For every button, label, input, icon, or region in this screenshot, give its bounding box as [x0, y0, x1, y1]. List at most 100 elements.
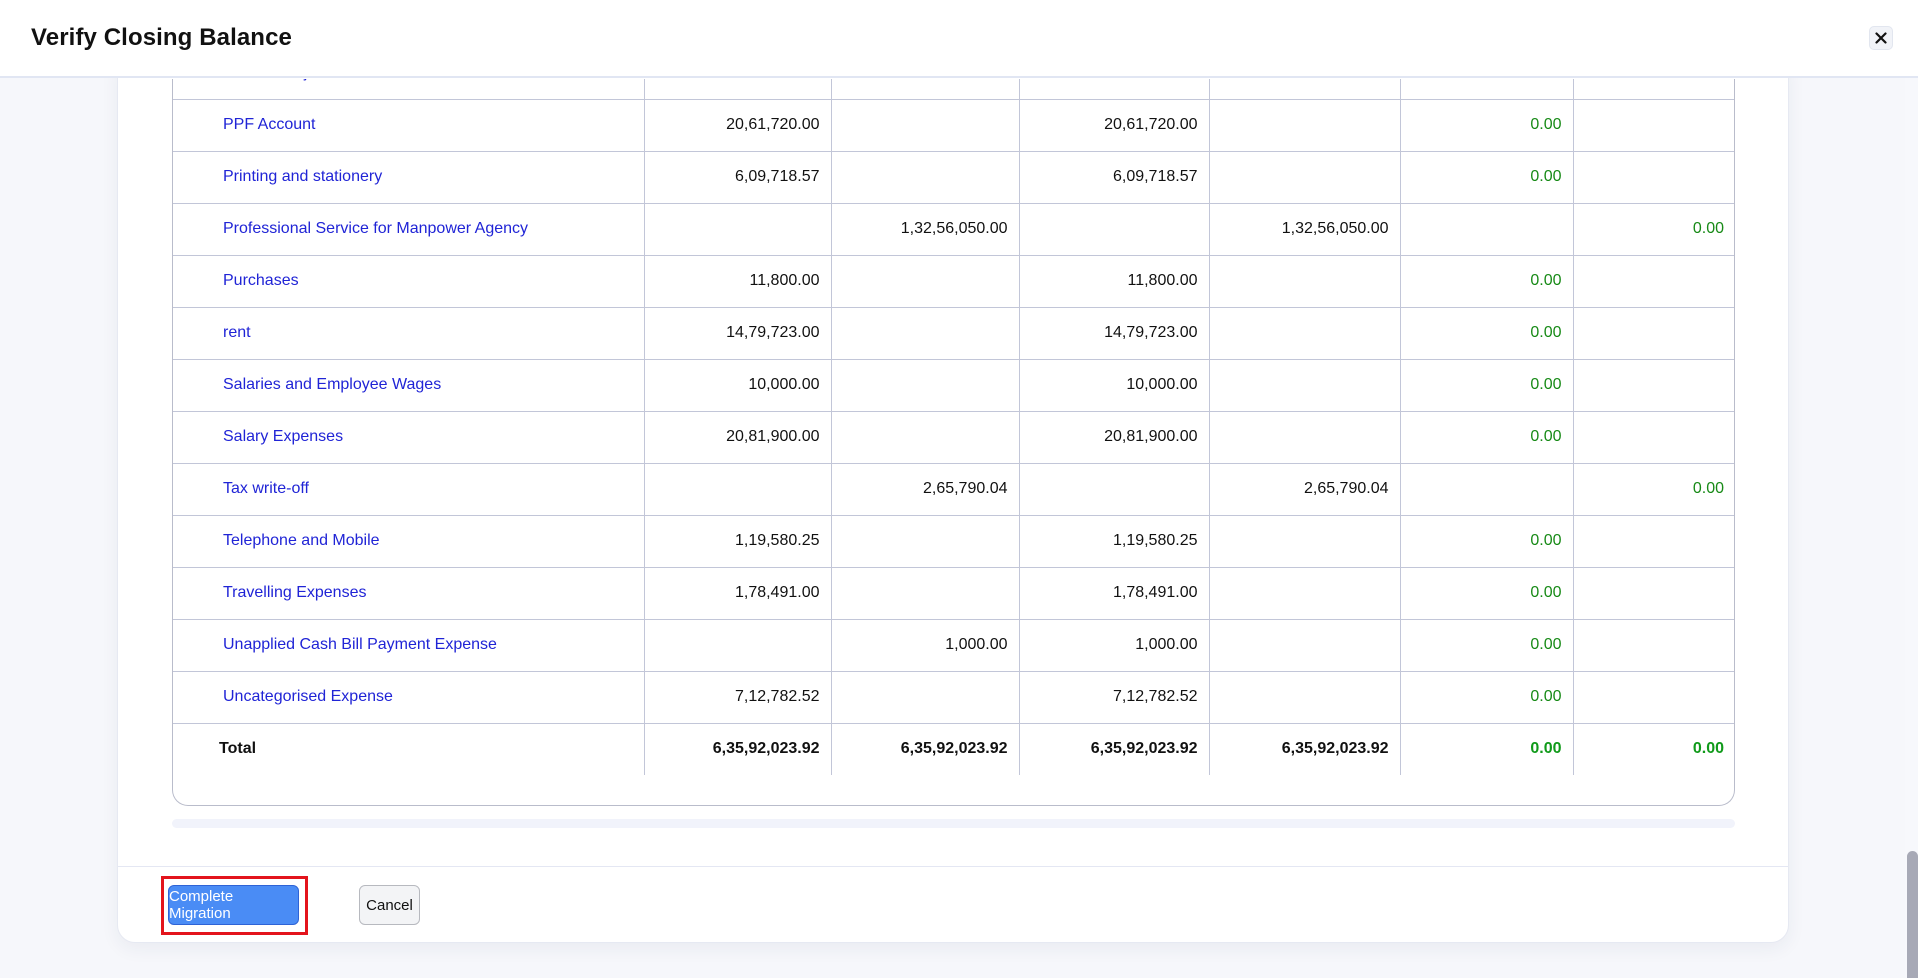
amount-cell-4: [1209, 618, 1401, 671]
amount-cell-3: 1,000.00: [1019, 618, 1210, 671]
amount-cell-1: 1,19,580.25: [644, 514, 832, 567]
amount-cell-6: [1573, 98, 1734, 151]
page-title: Verify Closing Balance: [31, 24, 292, 51]
modal-header: Verify Closing Balance: [0, 0, 1918, 78]
table-row: Travelling Expenses 1,78,491.00 1,78,491.0…: [173, 566, 1734, 619]
account-name-link[interactable]: PPF Account: [173, 98, 645, 151]
table-row: Uncategorised Expense 7,12,782.52 7,12,782…: [173, 670, 1734, 723]
amount-cell-6: [1573, 410, 1734, 463]
amount-cell-1: 14,79,723.00: [644, 306, 832, 359]
amount-cell-1: 7,12,782.52: [644, 670, 832, 723]
amount-cell-2: 6,35,92,023.92: [831, 722, 1020, 775]
account-name-link[interactable]: Travelling Expenses: [173, 566, 645, 619]
amount-cell-1: [644, 618, 832, 671]
horizontal-scrollbar[interactable]: [172, 819, 1735, 828]
amount-cell-3: 6,09,718.57: [1019, 150, 1210, 203]
amount-cell-1: 6,09,718.57: [644, 150, 832, 203]
account-name-link[interactable]: Tax write-off: [173, 462, 645, 515]
account-name-link[interactable]: Printing and stationery: [173, 150, 645, 203]
total-label: Total: [173, 722, 645, 775]
cancel-button[interactable]: Cancel: [359, 885, 420, 925]
account-name-link[interactable]: Salaries and Employee Wages: [173, 358, 645, 411]
amount-cell-4: 2,65,790.04: [1209, 462, 1401, 515]
amount-cell-2: [831, 514, 1020, 567]
amount-cell-6: [1573, 79, 1734, 99]
amount-cell-4: [1209, 254, 1401, 307]
amount-cell-2: [831, 566, 1020, 619]
amount-cell-4: [1209, 410, 1401, 463]
table-row: Purchases 11,800.00 11,800.00 0.00: [173, 254, 1734, 307]
amount-cell-3: 7,12,782.52: [1019, 670, 1210, 723]
amount-cell-3: 14,79,723.00: [1019, 306, 1210, 359]
account-name-link[interactable]: Unapplied Cash Bill Payment Expense: [173, 618, 645, 671]
amount-cell-3: [1019, 462, 1210, 515]
account-name-link[interactable]: Kalindi Kunj: [173, 79, 645, 99]
amount-cell-5: [1400, 462, 1574, 515]
table-row: Tax write-off 2,65,790.04 2,65,790.04 0.00: [173, 462, 1734, 515]
amount-cell-6: [1573, 150, 1734, 203]
amount-cell-3: 1,38,00,000.00: [1019, 79, 1210, 99]
amount-cell-6: [1573, 566, 1734, 619]
amount-cell-2: [831, 358, 1020, 411]
table-row: Professional Service for Manpower Agency…: [173, 202, 1734, 255]
amount-cell-5: 0.00: [1400, 358, 1574, 411]
amount-cell-1: 6,35,92,023.92: [644, 722, 832, 775]
amount-cell-5: 0.00: [1400, 254, 1574, 307]
amount-cell-4: [1209, 98, 1401, 151]
amount-cell-6: [1573, 306, 1734, 359]
account-name-link[interactable]: Professional Service for Manpower Agency: [173, 202, 645, 255]
amount-cell-2: [831, 98, 1020, 151]
amount-cell-1: 20,61,720.00: [644, 98, 832, 151]
amount-cell-2: [831, 254, 1020, 307]
account-name-link[interactable]: Telephone and Mobile: [173, 514, 645, 567]
amount-cell-6: [1573, 514, 1734, 567]
balance-table-container[interactable]: Kalindi Kunj1,38,00,000.001,38,00,000.00…: [172, 79, 1735, 806]
amount-cell-1: [644, 462, 832, 515]
amount-cell-6: [1573, 358, 1734, 411]
amount-cell-5: 0.00: [1400, 566, 1574, 619]
amount-cell-5: 0.00: [1400, 618, 1574, 671]
amount-cell-5: 0.00: [1400, 306, 1574, 359]
amount-cell-4: [1209, 79, 1401, 99]
amount-cell-4: 1,32,56,050.00: [1209, 202, 1401, 255]
vertical-scrollbar-track[interactable]: [1905, 78, 1918, 978]
amount-cell-6: 0.00: [1573, 462, 1734, 515]
account-name-link[interactable]: Salary Expenses: [173, 410, 645, 463]
table-row: Printing and stationery 6,09,718.57 6,09,7…: [173, 150, 1734, 203]
amount-cell-2: [831, 410, 1020, 463]
account-name-link[interactable]: rent: [173, 306, 645, 359]
amount-cell-2: 1,32,56,050.00: [831, 202, 1020, 255]
table-row: Telephone and Mobile 1,19,580.25 1,19,580.…: [173, 514, 1734, 567]
table-row: Salary Expenses 20,81,900.00 20,81,900.00 0…: [173, 410, 1734, 463]
balance-table: Kalindi Kunj1,38,00,000.001,38,00,000.00…: [173, 79, 1734, 775]
amount-cell-6: 0.00: [1573, 722, 1734, 775]
amount-cell-5: 0.00: [1400, 670, 1574, 723]
amount-cell-2: 1,000.00: [831, 618, 1020, 671]
table-row: Salaries and Employee Wages 10,000.00 10,0…: [173, 358, 1734, 411]
amount-cell-2: [831, 670, 1020, 723]
complete-migration-button[interactable]: Complete Migration: [168, 885, 299, 925]
amount-cell-4: [1209, 150, 1401, 203]
amount-cell-3: 20,61,720.00: [1019, 98, 1210, 151]
amount-cell-5: 0.00: [1400, 514, 1574, 567]
account-name-link[interactable]: Purchases: [173, 254, 645, 307]
amount-cell-3: 11,800.00: [1019, 254, 1210, 307]
amount-cell-5: 0.00: [1400, 410, 1574, 463]
amount-cell-6: [1573, 618, 1734, 671]
amount-cell-2: 2,65,790.04: [831, 462, 1020, 515]
table-row: Unapplied Cash Bill Payment Expense 1,000…: [173, 618, 1734, 671]
account-name-link[interactable]: Uncategorised Expense: [173, 670, 645, 723]
amount-cell-1: 11,800.00: [644, 254, 832, 307]
table-row: Kalindi Kunj1,38,00,000.001,38,00,000.00…: [173, 79, 1734, 99]
amount-cell-3: [1019, 202, 1210, 255]
vertical-scrollbar-thumb[interactable]: [1907, 851, 1918, 978]
amount-cell-1: [644, 202, 832, 255]
amount-cell-3: 6,35,92,023.92: [1019, 722, 1210, 775]
amount-cell-1: 1,78,491.00: [644, 566, 832, 619]
verify-closing-balance-modal: Kalindi Kunj1,38,00,000.001,38,00,000.00…: [117, 60, 1789, 943]
close-button[interactable]: [1869, 26, 1893, 50]
amount-cell-4: [1209, 566, 1401, 619]
amount-cell-1: 20,81,900.00: [644, 410, 832, 463]
amount-cell-1: 1,38,00,000.00: [644, 79, 832, 99]
close-icon: [1875, 32, 1887, 44]
